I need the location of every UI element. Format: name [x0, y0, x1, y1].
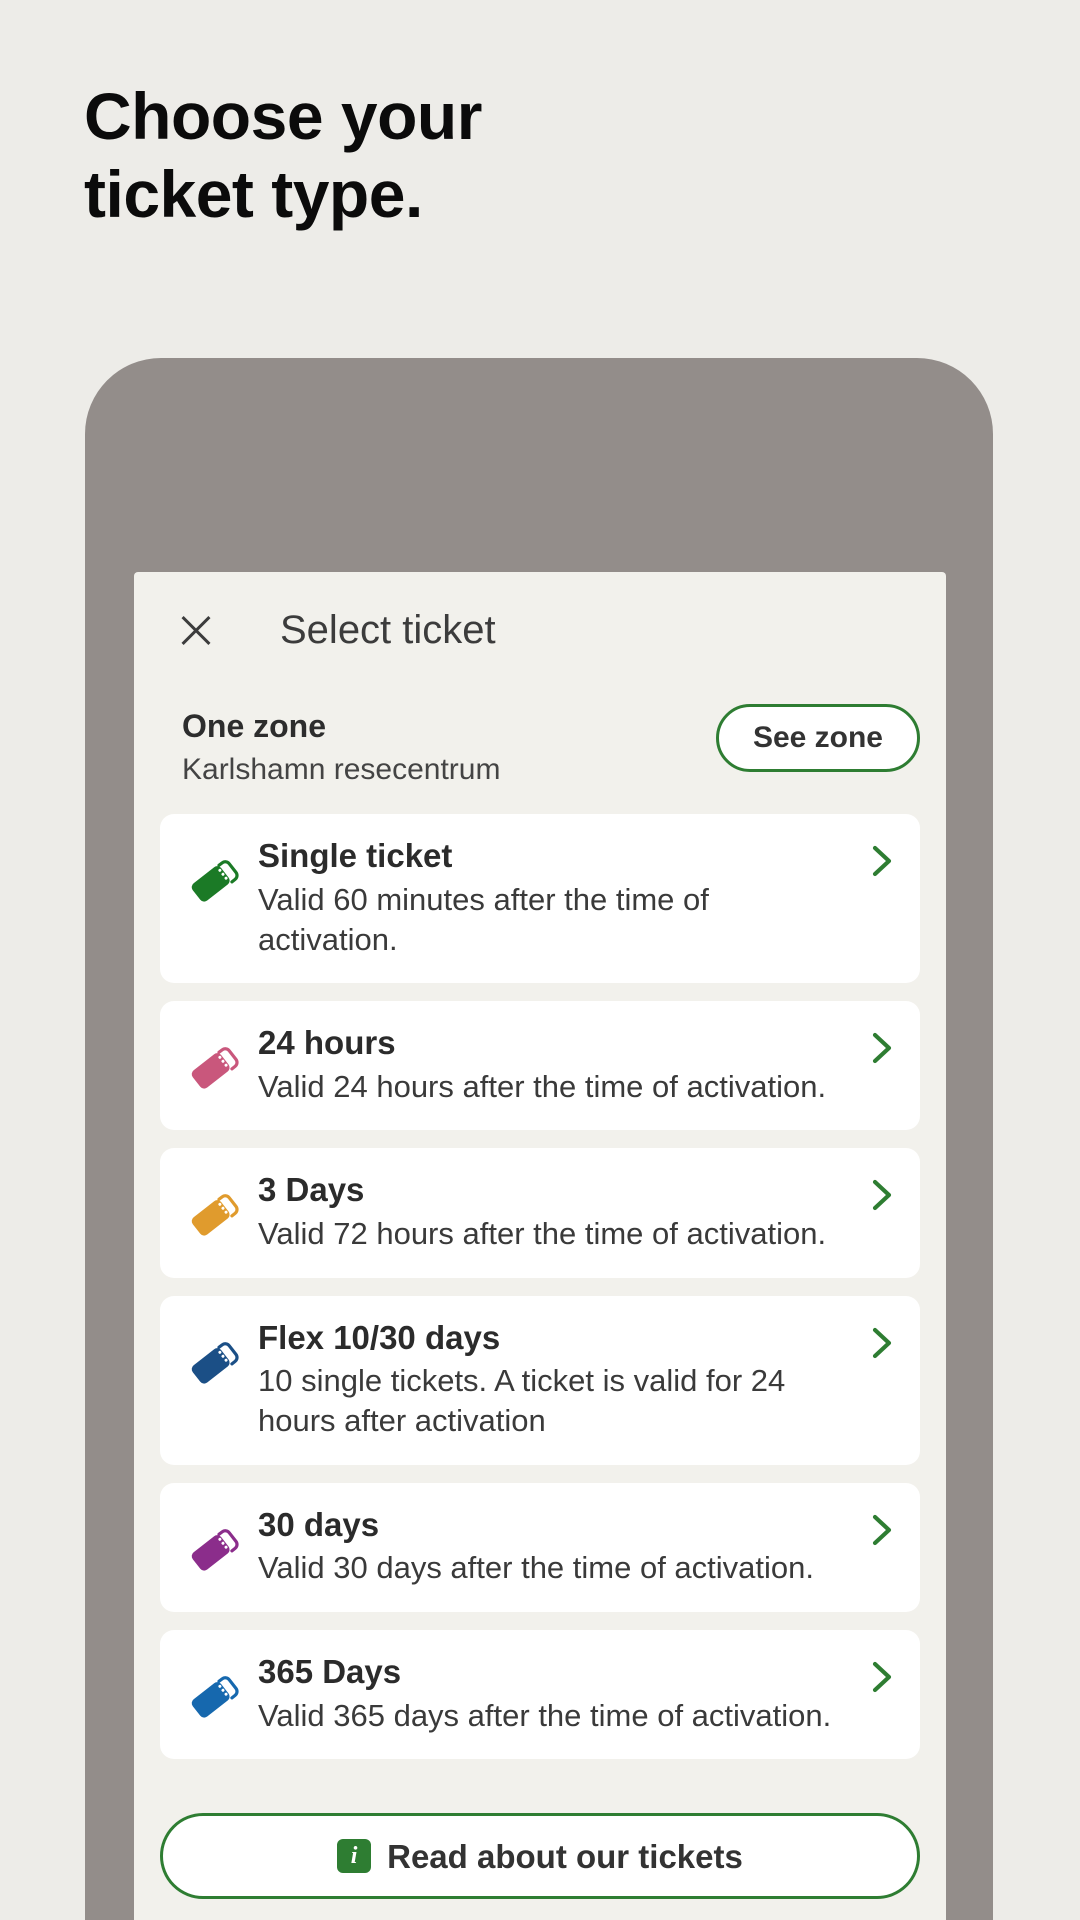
- ticket-card[interactable]: 365 Days Valid 365 days after the time of…: [160, 1629, 920, 1760]
- ticket-description: Valid 60 minutes after the time of activ…: [258, 881, 709, 957]
- ticket-texts: 24 hours Valid 24 hours after the time of…: [258, 1023, 894, 1106]
- ticket-list: Single ticket Valid 60 minutes after the …: [134, 788, 946, 1760]
- chevron-right-icon[interactable]: [870, 1660, 896, 1694]
- ticket-card[interactable]: Flex 10/30 days 10 single tickets. A tick…: [160, 1295, 920, 1465]
- sheet-title: Select ticket: [280, 608, 496, 652]
- ticket-texts: Single ticket Valid 60 minutes after the …: [258, 836, 894, 959]
- ticket-title: Single ticket: [258, 837, 453, 875]
- chevron-right-icon[interactable]: [870, 1326, 896, 1360]
- ticket-icon: [186, 1334, 242, 1390]
- close-icon[interactable]: [174, 608, 218, 652]
- ticket-title: Flex 10/30 days: [258, 1318, 501, 1356]
- ticket-icon: [186, 1668, 242, 1724]
- ticket-icon: [186, 1186, 242, 1242]
- ticket-icon: [186, 1039, 242, 1095]
- ticket-texts: 30 days Valid 30 days after the time of a…: [258, 1505, 894, 1588]
- ticket-description: Valid 365 days after the time of activat…: [258, 1697, 832, 1733]
- ticket-icon: [186, 852, 242, 908]
- ticket-description: 10 single tickets. A ticket is valid for…: [258, 1363, 786, 1438]
- zone-title: One zone: [182, 708, 327, 744]
- sheet-header: Select ticket: [134, 572, 946, 652]
- ticket-title: 24 hours: [258, 1024, 396, 1062]
- ticket-title: 365 Days: [258, 1652, 402, 1690]
- chevron-right-icon[interactable]: [870, 1178, 896, 1212]
- info-icon: i: [337, 1839, 372, 1874]
- ticket-description: Valid 30 days after the time of activati…: [258, 1550, 815, 1586]
- ticket-texts: Flex 10/30 days 10 single tickets. A tick…: [258, 1318, 894, 1441]
- ticket-card[interactable]: 30 days Valid 30 days after the time of a…: [160, 1482, 920, 1612]
- page-title: Choose your ticket type.: [84, 79, 482, 231]
- ticket-icon: [186, 1521, 242, 1577]
- ticket-card[interactable]: 3 Days Valid 72 hours after the time of a…: [160, 1148, 920, 1278]
- ticket-card[interactable]: 24 hours Valid 24 hours after the time of…: [160, 1001, 920, 1131]
- ticket-description: Valid 24 hours after the time of activat…: [258, 1068, 827, 1104]
- zone-row: One zone Karlshamn resecentrum See zone: [134, 652, 946, 788]
- see-zone-button[interactable]: See zone: [715, 704, 920, 772]
- read-about-wrap: i Read about our tickets: [134, 1759, 946, 1900]
- ticket-card[interactable]: Single ticket Valid 60 minutes after the …: [160, 814, 920, 984]
- zone-texts: One zone Karlshamn resecentrum: [182, 704, 500, 788]
- read-about-tickets-button[interactable]: i Read about our tickets: [160, 1813, 920, 1900]
- ticket-texts: 3 Days Valid 72 hours after the time of a…: [258, 1170, 894, 1253]
- ticket-title: 3 Days: [258, 1171, 365, 1209]
- chevron-right-icon[interactable]: [870, 844, 896, 878]
- ticket-texts: 365 Days Valid 365 days after the time of…: [258, 1652, 894, 1735]
- ticket-description: Valid 72 hours after the time of activat…: [258, 1216, 827, 1252]
- select-ticket-sheet: Select ticket One zone Karlshamn resecen…: [134, 572, 946, 1920]
- ticket-title: 30 days: [258, 1505, 380, 1543]
- read-about-tickets-label: Read about our tickets: [387, 1837, 743, 1875]
- chevron-right-icon[interactable]: [870, 1513, 896, 1547]
- chevron-right-icon[interactable]: [870, 1031, 896, 1065]
- zone-subtitle: Karlshamn resecentrum: [182, 752, 501, 786]
